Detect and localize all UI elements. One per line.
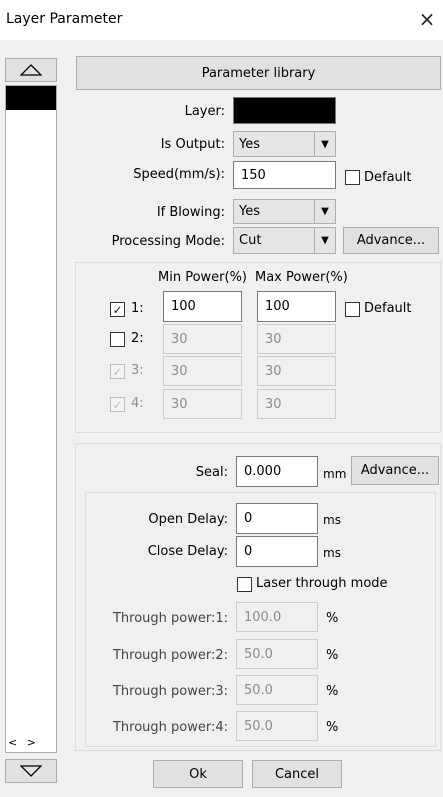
- power-1-label: 1:: [131, 301, 144, 316]
- chevron-down-icon: ▼: [314, 132, 335, 156]
- layer-label: Layer:: [184, 104, 225, 119]
- processing-mode-label: Processing Mode:: [111, 234, 225, 249]
- power-3-max-input[interactable]: 30: [257, 356, 336, 386]
- through-power-4-unit: %: [326, 720, 339, 735]
- speed-label: Speed(mm/s):: [133, 167, 225, 182]
- if-blowing-value: Yes: [239, 204, 260, 219]
- open-delay-input[interactable]: 0: [236, 503, 318, 534]
- layer-list[interactable]: [5, 85, 57, 753]
- close-icon[interactable]: ×: [416, 7, 438, 31]
- through-power-3-unit: %: [326, 684, 339, 699]
- through-power-1-unit: %: [326, 611, 339, 626]
- close-delay-unit: ms: [323, 546, 341, 560]
- is-output-select[interactable]: Yes ▼: [233, 131, 336, 157]
- through-power-1-label: Through power:1:: [112, 611, 228, 626]
- through-power-4-input[interactable]: 50.0: [236, 711, 318, 741]
- open-delay-unit: ms: [323, 513, 341, 527]
- through-power-3-label: Through power:3:: [112, 684, 228, 699]
- power-2-checkbox[interactable]: [110, 332, 125, 347]
- list-scroll-arrows[interactable]: < >: [8, 736, 39, 749]
- through-power-2-input[interactable]: 50.0: [236, 639, 318, 669]
- through-power-4-label: Through power:4:: [112, 720, 228, 735]
- open-delay-label: Open Delay:: [148, 512, 228, 527]
- processing-mode-value: Cut: [239, 233, 262, 248]
- cancel-button[interactable]: Cancel: [252, 760, 342, 788]
- seal-label: Seal:: [195, 465, 228, 480]
- layer-list-swatch[interactable]: [6, 86, 56, 110]
- is-output-value: Yes: [239, 136, 260, 152]
- close-delay-label: Close Delay:: [147, 544, 228, 559]
- power-4-max-input[interactable]: 30: [257, 389, 336, 419]
- is-output-label: Is Output:: [160, 137, 225, 152]
- parameter-library-button[interactable]: Parameter library: [76, 56, 441, 90]
- seal-input[interactable]: 0.000: [236, 456, 318, 487]
- chevron-down-icon: ▼: [314, 200, 335, 223]
- triangle-up-icon: [20, 64, 42, 76]
- speed-default-checkbox[interactable]: [345, 170, 360, 185]
- ok-button[interactable]: Ok: [153, 760, 243, 788]
- power-1-max-input[interactable]: 100: [257, 291, 336, 322]
- through-power-1-input[interactable]: 100.0: [236, 602, 318, 632]
- close-delay-input[interactable]: 0: [236, 536, 318, 567]
- power-1-min-input[interactable]: 100: [163, 291, 242, 322]
- power-4-checkbox[interactable]: ✓: [110, 397, 125, 412]
- processing-mode-select[interactable]: Cut ▼: [233, 227, 336, 254]
- laser-through-label: Laser through mode: [256, 576, 388, 591]
- power-2-max-input[interactable]: 30: [257, 324, 336, 354]
- through-power-3-input[interactable]: 50.0: [236, 675, 318, 705]
- chevron-down-icon: ▼: [314, 228, 335, 253]
- seal-advance-button[interactable]: Advance...: [351, 456, 439, 485]
- speed-default-label: Default: [364, 170, 412, 185]
- power-2-label: 2:: [131, 331, 144, 346]
- through-power-2-unit: %: [326, 648, 339, 663]
- power-2-min-input[interactable]: 30: [163, 324, 242, 354]
- power-3-min-input[interactable]: 30: [163, 356, 242, 386]
- max-power-header: Max Power(%): [255, 270, 348, 285]
- layer-down-button[interactable]: [5, 759, 57, 783]
- seal-unit: mm: [323, 467, 347, 481]
- power-1-checkbox[interactable]: ✓: [110, 302, 125, 317]
- power-3-checkbox[interactable]: ✓: [110, 364, 125, 379]
- triangle-down-icon: [20, 765, 42, 777]
- power-4-min-input[interactable]: 30: [163, 389, 242, 419]
- speed-input[interactable]: 150: [233, 161, 336, 189]
- processing-advance-button[interactable]: Advance...: [343, 227, 439, 254]
- laser-through-checkbox[interactable]: [237, 577, 252, 592]
- layer-color-box[interactable]: [233, 97, 336, 124]
- power-3-label: 3:: [131, 363, 144, 378]
- min-power-header: Min Power(%): [158, 270, 248, 285]
- power-default-label: Default: [364, 301, 412, 316]
- through-power-2-label: Through power:2:: [112, 648, 228, 663]
- power-default-checkbox[interactable]: [345, 302, 360, 317]
- if-blowing-select[interactable]: Yes ▼: [233, 199, 336, 224]
- window-title: Layer Parameter: [6, 11, 123, 27]
- layer-up-button[interactable]: [5, 58, 57, 82]
- power-4-label: 4:: [131, 396, 144, 411]
- if-blowing-label: If Blowing:: [156, 205, 225, 220]
